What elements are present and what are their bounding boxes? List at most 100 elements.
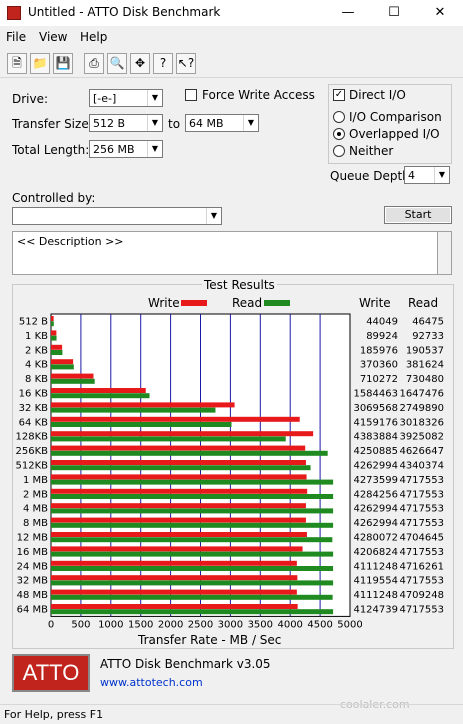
write-bar <box>51 402 235 408</box>
read-value: 4716261 <box>399 561 444 572</box>
write-value: 4111248 <box>353 561 398 572</box>
description-scrollbar[interactable] <box>438 231 452 275</box>
total-length-select[interactable]: 256 MB ▼ <box>89 140 163 158</box>
controlled-by-label: Controlled by: <box>12 191 96 205</box>
write-bar <box>51 503 306 509</box>
open-folder-icon[interactable]: 📁 <box>30 53 50 74</box>
read-bar <box>51 350 63 355</box>
x-tick-label: 4000 <box>277 619 302 630</box>
controlled-by-select[interactable]: ▼ <box>12 207 222 225</box>
x-tick-label: 2500 <box>188 619 213 630</box>
chevron-down-icon: ▼ <box>434 167 449 183</box>
write-value: 4383884 <box>353 432 398 443</box>
version-text: ATTO Disk Benchmark v3.05 <box>100 657 271 671</box>
read-bar <box>51 407 216 413</box>
transfer-size-label: Transfer Size: <box>12 117 93 131</box>
write-value: 4262994 <box>353 504 398 515</box>
transfer-size-to-select[interactable]: 64 MB ▼ <box>185 114 259 132</box>
menu-view[interactable]: View <box>39 30 67 44</box>
drive-select[interactable]: [-e-] ▼ <box>89 89 163 107</box>
write-bar <box>51 517 306 523</box>
website-link[interactable]: www.attotech.com <box>100 676 203 689</box>
read-bar <box>51 609 334 615</box>
read-bar <box>51 335 57 341</box>
neither-radio[interactable] <box>333 145 345 157</box>
print-icon[interactable]: ⎙ <box>84 53 104 74</box>
chevron-down-icon: ▼ <box>147 115 162 131</box>
category-label: 64 MB <box>17 605 49 616</box>
move-icon[interactable]: ✥ <box>130 53 150 74</box>
write-value: 4250885 <box>353 446 398 457</box>
category-label: 8 MB <box>23 518 48 529</box>
read-value: 4717553 <box>399 518 444 529</box>
x-tick-label: 2000 <box>158 619 183 630</box>
force-write-checkbox[interactable] <box>185 89 197 101</box>
read-bar <box>51 465 311 471</box>
transfer-to-value: 64 MB <box>189 117 224 130</box>
x-tick-label: 3500 <box>248 619 273 630</box>
help-icon[interactable]: ? <box>153 53 173 74</box>
chevron-down-icon: ▼ <box>147 141 162 157</box>
write-value: 4273599 <box>353 475 398 486</box>
write-bar <box>51 388 146 393</box>
read-value: 4626647 <box>399 446 444 457</box>
total-length-value: 256 MB <box>93 143 135 156</box>
queue-depth-select[interactable]: 4 ▼ <box>404 166 450 184</box>
window-title: Untitled - ATTO Disk Benchmark <box>28 5 221 19</box>
read-bar <box>51 378 95 384</box>
read-value: 4717553 <box>399 605 444 616</box>
io-comparison-radio[interactable] <box>333 111 345 123</box>
test-results-title: Test Results <box>202 278 277 292</box>
menu-bar <box>0 27 463 47</box>
overlapped-io-radio[interactable] <box>333 128 345 140</box>
read-bar <box>51 566 334 571</box>
queue-depth-label: Queue Depth: <box>330 169 414 183</box>
read-bar <box>51 522 334 528</box>
category-label: 1 MB <box>23 475 48 486</box>
start-button[interactable]: Start <box>384 206 452 224</box>
menu-file[interactable]: File <box>6 30 26 44</box>
write-bar <box>51 460 306 465</box>
write-legend-label: Write <box>148 296 180 310</box>
category-label: 32 MB <box>17 576 49 587</box>
app-icon <box>7 6 21 20</box>
new-doc-icon[interactable]: 🗎 <box>7 53 27 74</box>
neither-label: Neither <box>349 144 394 158</box>
write-value: 1584463 <box>353 389 398 400</box>
transfer-size-from-select[interactable]: 512 B ▼ <box>89 114 163 132</box>
category-label: 8 KB <box>25 374 48 385</box>
write-value: 4284256 <box>353 489 398 500</box>
x-axis-label: Transfer Rate - MB / Sec <box>138 633 282 647</box>
menu-help[interactable]: Help <box>80 30 107 44</box>
minimize-button[interactable]: — <box>325 0 371 26</box>
description-textarea[interactable]: << Description >> <box>12 231 438 275</box>
read-bar <box>51 393 150 399</box>
direct-io-checkbox[interactable]: ✓ <box>333 89 345 101</box>
chevron-down-icon: ▼ <box>147 90 162 106</box>
close-button[interactable]: ✕ <box>417 0 463 26</box>
to-label: to <box>168 117 181 131</box>
maximize-button[interactable]: ☐ <box>371 0 417 26</box>
category-label: 4 KB <box>25 360 48 371</box>
total-length-label: Total Length: <box>12 143 90 157</box>
read-bar <box>51 508 334 514</box>
read-bar <box>51 551 334 557</box>
print-preview-icon[interactable]: 🔍 <box>107 53 127 74</box>
read-value: 4717553 <box>399 475 444 486</box>
context-help-icon[interactable]: ↖? <box>176 53 196 74</box>
save-icon[interactable]: 💾 <box>53 53 73 74</box>
category-label: 1 KB <box>25 331 48 342</box>
write-value: 4262994 <box>353 518 398 529</box>
read-bar <box>51 436 286 442</box>
write-value: 4111248 <box>353 590 398 601</box>
write-value: 4124739 <box>353 605 398 616</box>
chevron-down-icon: ▼ <box>243 115 258 131</box>
drive-label: Drive: <box>12 92 49 106</box>
read-legend-label: Read <box>232 296 263 310</box>
read-bar <box>51 450 328 456</box>
category-label: 64 KB <box>19 417 48 428</box>
write-value: 185976 <box>360 345 398 356</box>
read-value: 4340374 <box>399 461 444 472</box>
read-value: 4717553 <box>399 576 444 587</box>
category-label: 32 KB <box>19 403 48 414</box>
